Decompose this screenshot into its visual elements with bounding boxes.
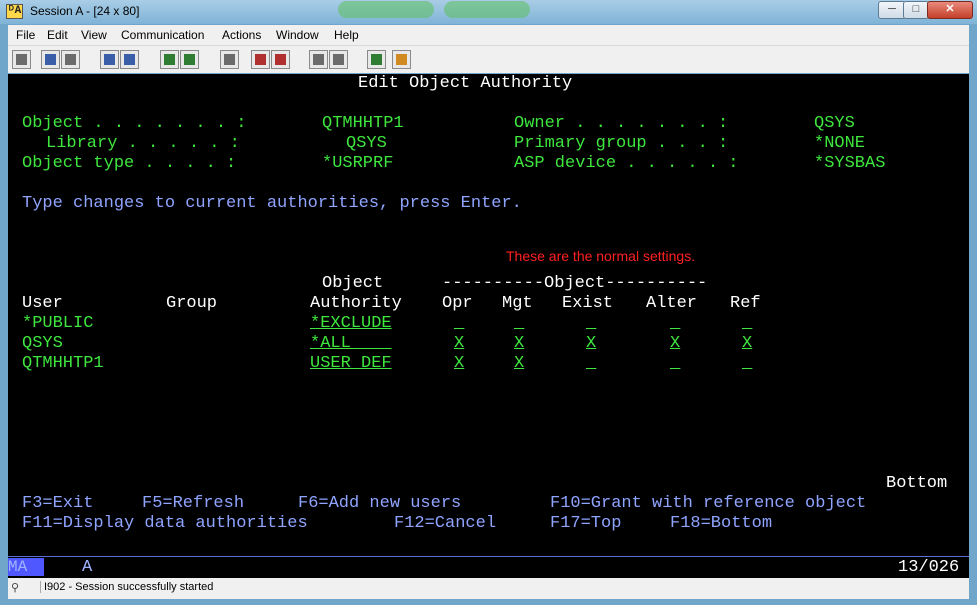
system-available-indicator: MA [8,558,44,576]
minimize-button[interactable]: ─ [878,1,906,19]
authority-input[interactable]: USER DEF [310,354,392,374]
object-type-value: *USRPRF [322,154,394,173]
column-header-user: User [22,294,63,313]
terminal-screen[interactable]: Edit Object Authority Object . . . . . .… [8,74,969,556]
row-user: *PUBLIC [22,314,94,333]
row-user: QTMHHTP1 [22,354,104,373]
column-header-object-group: ----------Object---------- [442,274,708,293]
ref-input[interactable]: _ [742,354,752,374]
f10-grant-reference-key[interactable]: F10=Grant with reference object [550,494,866,514]
ref-input[interactable]: X [742,334,752,354]
owner-label: Owner . . . . . . . : [514,114,729,133]
opr-input[interactable]: _ [454,314,464,334]
f11-display-data-key[interactable]: F11=Display data authorities [22,514,308,534]
menu-help[interactable]: Help [334,28,359,42]
mgt-input[interactable]: X [514,334,524,354]
screen-title: Edit Object Authority [358,74,573,93]
authority-input[interactable]: *ALL [310,334,392,354]
menu-file[interactable]: File [16,28,35,42]
row-user: QSYS [22,334,63,353]
pause-macro-icon[interactable] [329,50,348,69]
instruction-text: Type changes to current authorities, pre… [22,194,522,213]
f6-add-users-key[interactable]: F6=Add new users [298,494,461,514]
asp-device-label: ASP device . . . . . : [514,154,739,173]
ref-input[interactable]: _ [742,314,752,334]
background-pill-decoration [444,1,530,18]
background-pill-decoration [338,1,434,18]
display-icon[interactable] [160,50,179,69]
exist-input[interactable]: _ [586,354,596,374]
help-book-icon[interactable] [392,50,411,69]
column-header-exist: Exist [562,294,614,313]
menu-view[interactable]: View [81,28,107,42]
receive-file-icon[interactable] [120,50,139,69]
library-value: QSYS [346,134,387,153]
toolbar [8,46,969,73]
object-value: QTMHHTP1 [322,114,404,133]
alter-input[interactable]: X [670,334,680,354]
exist-input[interactable]: X [586,334,596,354]
print-screen-icon[interactable] [12,50,31,69]
menu-actions[interactable]: Actions [222,28,261,42]
status-bar: ⚲ I902 - Session successfully started [8,578,969,599]
column-header-object: Object [322,274,384,293]
play-macro-icon[interactable] [309,50,328,69]
menu-communication[interactable]: Communication [121,28,204,42]
library-label: Library . . . . . : [46,134,240,153]
object-type-label: Object type . . . . : [22,154,237,173]
f12-cancel-key[interactable]: F12=Cancel [394,514,496,534]
asp-device-value: *SYSBAS [814,154,886,173]
mgt-input[interactable]: _ [514,314,524,334]
exist-input[interactable]: _ [586,314,596,334]
f17-top-key[interactable]: F17=Top [550,514,621,534]
send-file-icon[interactable] [100,50,119,69]
cursor-position: 13/026 [898,558,960,577]
f3-exit-key[interactable]: F3=Exit [22,494,93,514]
primary-group-label: Primary group . . . : [514,134,729,153]
record-macro-icon[interactable] [251,50,270,69]
operator-info-area: MA A 13/026 [8,556,969,578]
menu-window[interactable]: Window [276,28,319,42]
stop-macro-icon[interactable] [271,50,290,69]
copy-icon[interactable] [41,50,60,69]
globe-icon[interactable] [367,50,386,69]
alter-input[interactable]: _ [670,354,680,374]
status-message: I902 - Session successfully started [40,581,213,593]
color-map-icon[interactable] [180,50,199,69]
oia-mode: A [82,558,93,577]
opr-input[interactable]: X [454,354,464,374]
column-header-ref: Ref [730,294,761,313]
f18-bottom-key[interactable]: F18=Bottom [670,514,772,534]
connection-status-icon: ⚲ [11,582,20,594]
close-button[interactable]: ✕ [927,1,973,19]
maximize-button[interactable]: □ [903,1,929,19]
opr-input[interactable]: X [454,334,464,354]
column-header-mgt: Mgt [502,294,533,313]
f5-refresh-key[interactable]: F5=Refresh [142,494,244,514]
window-title: Session A - [24 x 80] [30,4,140,18]
column-header-alter: Alter [646,294,698,313]
owner-value: QSYS [814,114,855,133]
primary-group-value: *NONE [814,134,866,153]
menu-edit[interactable]: Edit [47,28,68,42]
app-logo-icon: ᴰA [6,4,24,19]
mgt-input[interactable]: X [514,354,524,374]
window-title-bar[interactable]: ᴰA Session A - [24 x 80] ─ □ ✕ [0,0,977,24]
paste-icon[interactable] [61,50,80,69]
keyboard-icon[interactable] [220,50,239,69]
column-header-opr: Opr [442,294,473,313]
annotation-note: These are the normal settings. [506,248,696,264]
bottom-indicator: Bottom [886,474,948,493]
menu-bar: File Edit View Communication Actions Win… [8,25,969,46]
object-label: Object . . . . . . . : [22,114,247,133]
column-header-authority: Authority [310,294,402,313]
authority-input[interactable]: *EXCLUDE [310,314,392,334]
column-header-group: Group [166,294,218,313]
alter-input[interactable]: _ [670,314,680,334]
